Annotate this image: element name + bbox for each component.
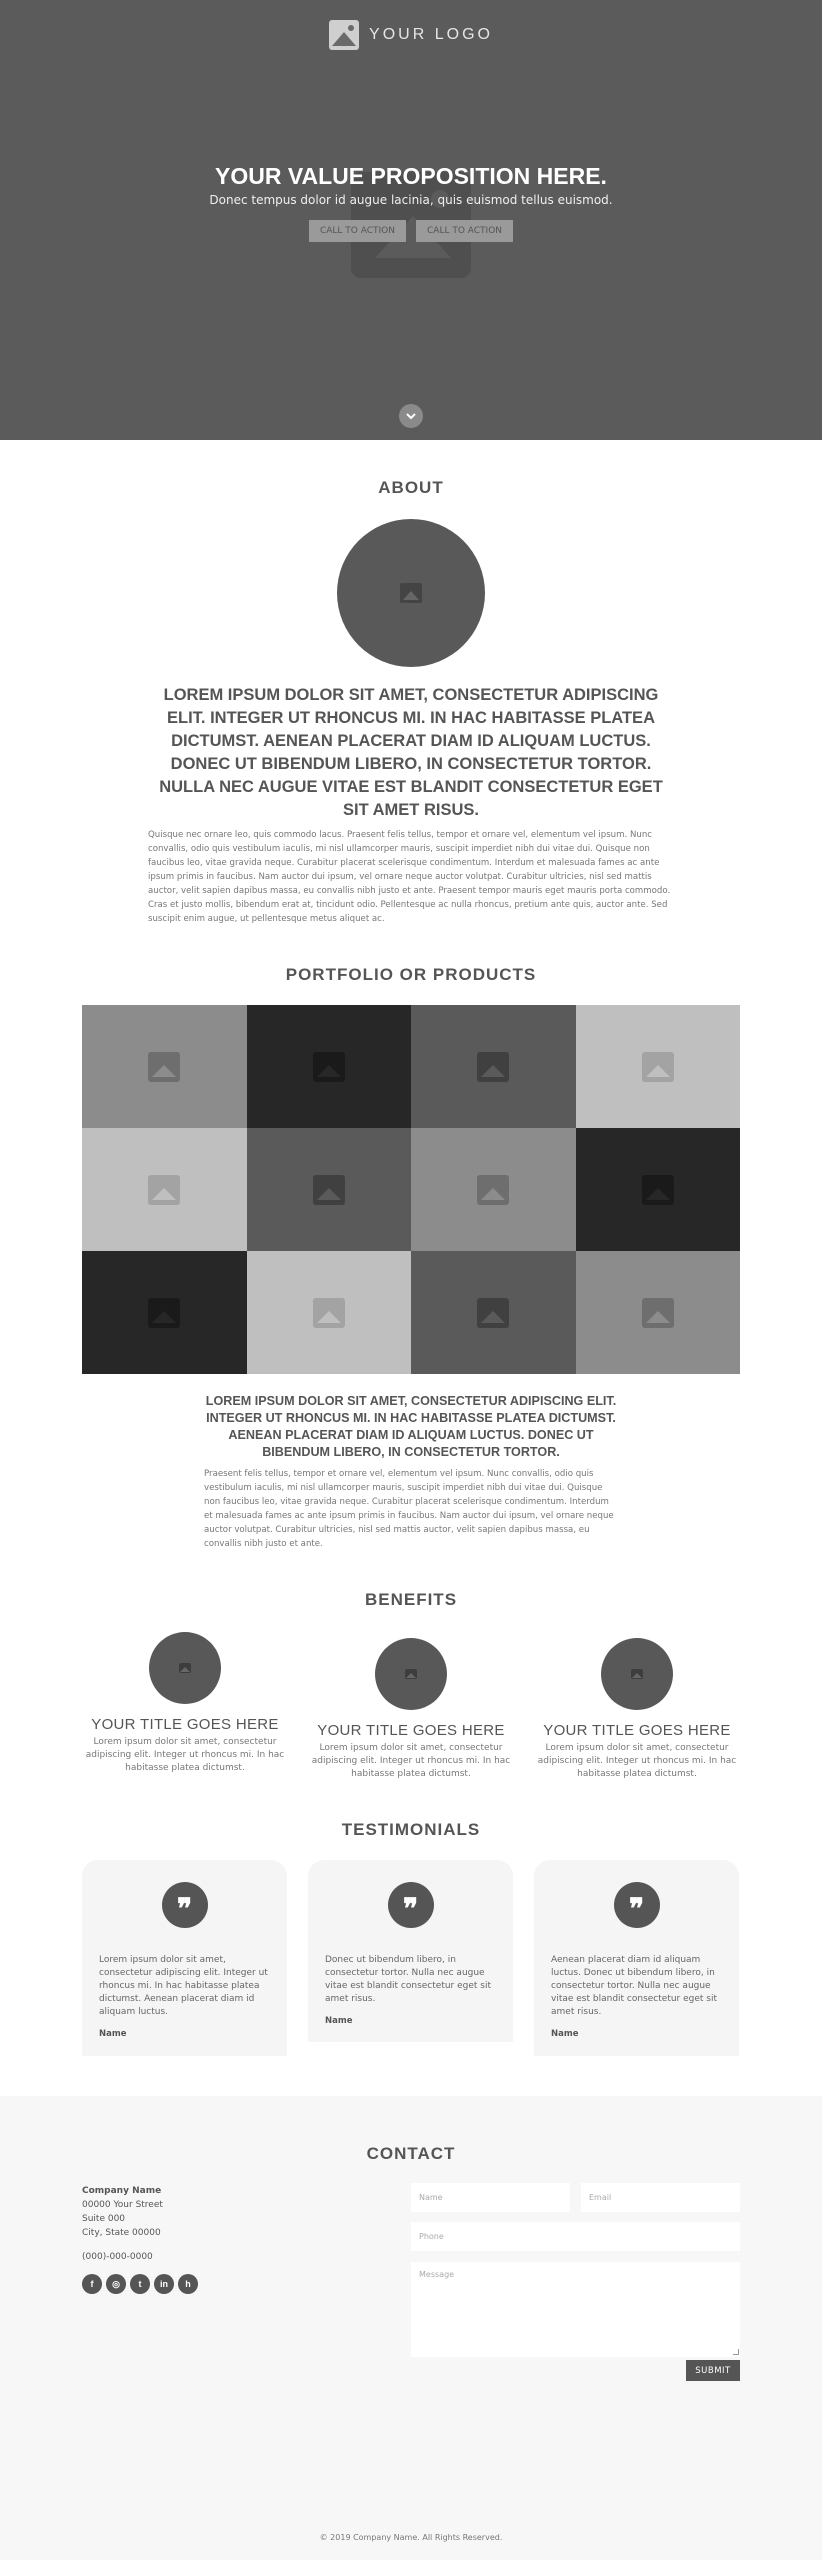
image-placeholder-icon bbox=[405, 1669, 417, 1679]
benefits-section-title: BENEFITS bbox=[364, 1590, 458, 1609]
testimonial-text: Aenean placerat diam id aliquam luctus. … bbox=[551, 1955, 718, 2017]
portfolio-tile[interactable] bbox=[82, 1005, 247, 1128]
about-section-title: ABOUT bbox=[378, 478, 444, 497]
cta-button-primary[interactable]: CALL TO ACTION bbox=[308, 220, 406, 242]
contact-section: CONTACT Company Name 00000 Your Street S… bbox=[0, 2096, 822, 2560]
benefit-card: YOUR TITLE GOES HERE Lorem ipsum dolor s… bbox=[82, 1632, 288, 1775]
twitter-icon[interactable]: t bbox=[130, 2274, 150, 2294]
instagram-icon[interactable]: ◎ bbox=[106, 2274, 126, 2294]
portfolio-tile[interactable] bbox=[411, 1251, 576, 1374]
portfolio-tile[interactable] bbox=[411, 1005, 576, 1128]
logo-text: YOUR LOGO bbox=[369, 26, 493, 43]
benefit-image bbox=[149, 1632, 221, 1704]
image-placeholder-icon bbox=[400, 583, 422, 603]
image-placeholder-icon bbox=[477, 1174, 510, 1205]
testimonial-card: ❞ Donec ut bibendum libero, in consectet… bbox=[308, 1860, 513, 2042]
benefit-title: YOUR TITLE GOES HERE bbox=[317, 1722, 505, 1739]
portfolio-section-title: PORTFOLIO OR PRODUCTS bbox=[285, 965, 537, 984]
copyright: © 2019 Company Name. All Rights Reserved… bbox=[319, 2533, 503, 2542]
portfolio-tile[interactable] bbox=[246, 1251, 411, 1374]
benefit-text: Lorem ipsum dolor sit amet, consectetur … bbox=[537, 1743, 737, 1779]
address-suite: Suite 000 bbox=[82, 2214, 126, 2224]
about-heading: LOREM IPSUM DOLOR SIT AMET, CONSECTETUR … bbox=[159, 686, 663, 819]
phone-input[interactable] bbox=[411, 2222, 740, 2251]
benefit-title: YOUR TITLE GOES HERE bbox=[543, 1722, 731, 1739]
resize-handle[interactable] bbox=[733, 2349, 739, 2355]
image-placeholder-icon bbox=[148, 1051, 181, 1082]
testimonial-name: Name bbox=[325, 2016, 353, 2026]
linkedin-icon[interactable]: in bbox=[154, 2274, 174, 2294]
benefit-card: YOUR TITLE GOES HERE Lorem ipsum dolor s… bbox=[534, 1638, 740, 1781]
testimonials-section-title: TESTIMONIALS bbox=[341, 1820, 481, 1839]
hero-banner: YOUR LOGO YOUR VALUE PROPOSITION HERE. D… bbox=[0, 0, 822, 440]
portfolio-heading: LOREM IPSUM DOLOR SIT AMET, CONSECTETUR … bbox=[205, 1394, 617, 1459]
message-textarea[interactable] bbox=[411, 2262, 740, 2357]
benefit-image bbox=[601, 1638, 673, 1710]
testimonial-card: ❞ Aenean placerat diam id aliquam luctus… bbox=[534, 1860, 739, 2056]
submit-button[interactable]: SUBMIT bbox=[686, 2360, 740, 2381]
address-city: City, State 00000 bbox=[82, 2228, 161, 2238]
portfolio-tile[interactable] bbox=[246, 1128, 411, 1251]
image-placeholder-icon bbox=[641, 1051, 674, 1082]
testimonial-name: Name bbox=[99, 2029, 127, 2039]
image-placeholder-icon bbox=[477, 1051, 510, 1082]
logo-image-icon bbox=[329, 20, 360, 50]
contact-section-title: CONTACT bbox=[366, 2144, 456, 2163]
testimonial-card: ❞ Lorem ipsum dolor sit amet, consectetu… bbox=[82, 1860, 287, 2056]
address-street: 00000 Your Street bbox=[82, 2200, 163, 2210]
facebook-icon[interactable]: f bbox=[82, 2274, 102, 2294]
image-placeholder-icon bbox=[148, 1174, 181, 1205]
about-body: Quisque nec ornare leo, quis commodo lac… bbox=[148, 830, 671, 924]
image-placeholder-icon bbox=[179, 1663, 191, 1673]
portfolio-tile[interactable] bbox=[575, 1005, 740, 1128]
hero-title: YOUR VALUE PROPOSITION HERE. bbox=[215, 163, 607, 189]
portfolio-tile[interactable] bbox=[82, 1251, 247, 1374]
benefit-title: YOUR TITLE GOES HERE bbox=[91, 1716, 279, 1733]
hero-cta-group: CALL TO ACTION CALL TO ACTION bbox=[0, 220, 822, 242]
houzz-icon[interactable]: h bbox=[178, 2274, 198, 2294]
image-placeholder-icon bbox=[312, 1297, 345, 1328]
logo[interactable]: YOUR LOGO bbox=[0, 20, 822, 50]
contact-address: Company Name 00000 Your Street Suite 000… bbox=[82, 2184, 163, 2264]
company-name: Company Name bbox=[82, 2186, 162, 2196]
portfolio-tile[interactable] bbox=[246, 1005, 411, 1128]
cta-button-secondary[interactable]: CALL TO ACTION bbox=[416, 220, 514, 242]
benefit-image bbox=[375, 1638, 447, 1710]
benefit-text: Lorem ipsum dolor sit amet, consectetur … bbox=[85, 1737, 285, 1773]
name-input[interactable] bbox=[411, 2183, 570, 2212]
image-placeholder-icon bbox=[312, 1174, 345, 1205]
testimonial-name: Name bbox=[551, 2029, 579, 2039]
social-links: f ◎ t in h bbox=[82, 2274, 198, 2294]
testimonial-text: Lorem ipsum dolor sit amet, consectetur … bbox=[99, 1955, 268, 2017]
chevron-down-icon bbox=[406, 413, 416, 420]
about-image bbox=[337, 519, 485, 667]
image-placeholder-icon bbox=[312, 1051, 345, 1082]
scroll-down-button[interactable] bbox=[399, 404, 423, 428]
phone-number[interactable]: (000)-000-0000 bbox=[82, 2250, 163, 2264]
portfolio-tile[interactable] bbox=[82, 1128, 247, 1251]
portfolio-tile[interactable] bbox=[575, 1128, 740, 1251]
benefit-card: YOUR TITLE GOES HERE Lorem ipsum dolor s… bbox=[308, 1638, 514, 1781]
image-placeholder-icon bbox=[641, 1297, 674, 1328]
benefit-text: Lorem ipsum dolor sit amet, consectetur … bbox=[311, 1743, 511, 1779]
portfolio-tile[interactable] bbox=[411, 1128, 576, 1251]
testimonial-text: Donec ut bibendum libero, in consectetur… bbox=[325, 1955, 492, 2004]
portfolio-grid bbox=[82, 1005, 740, 1374]
email-input[interactable] bbox=[581, 2183, 740, 2212]
quote-icon: ❞ bbox=[387, 1882, 434, 1928]
image-placeholder-icon bbox=[477, 1297, 510, 1328]
image-placeholder-icon bbox=[631, 1669, 643, 1679]
portfolio-tile[interactable] bbox=[575, 1251, 740, 1374]
image-placeholder-icon bbox=[641, 1174, 674, 1205]
portfolio-body: Praesent felis tellus, tempor et ornare … bbox=[204, 1469, 614, 1549]
image-placeholder-icon bbox=[148, 1297, 181, 1328]
hero-subtitle: Donec tempus dolor id augue lacinia, qui… bbox=[209, 193, 613, 207]
quote-icon: ❞ bbox=[613, 1882, 660, 1928]
quote-icon: ❞ bbox=[161, 1882, 208, 1928]
